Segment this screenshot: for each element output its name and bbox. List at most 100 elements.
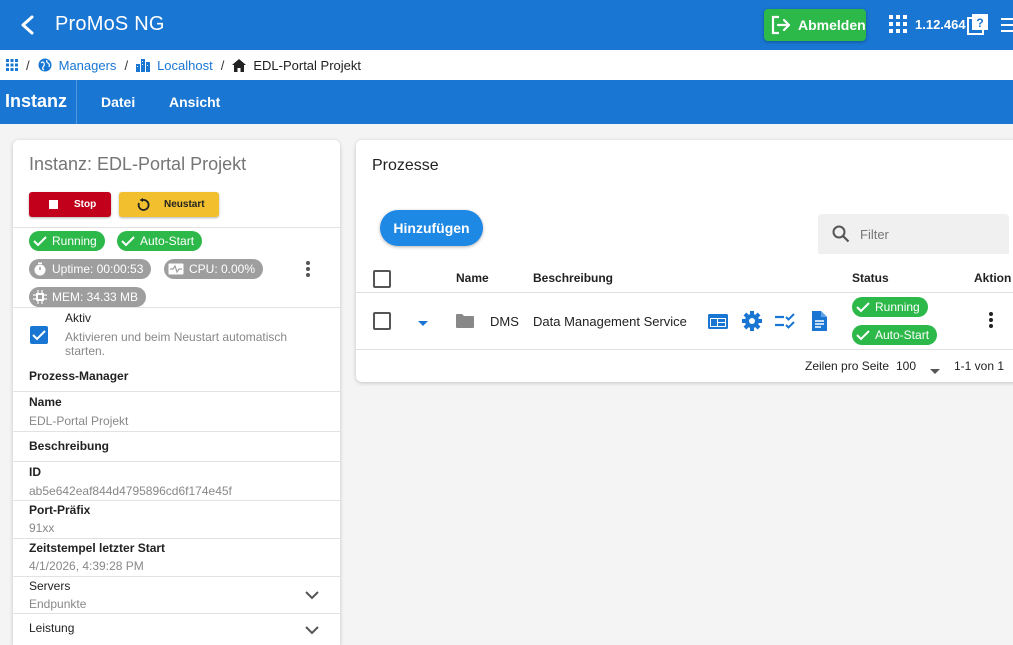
divider <box>13 538 340 539</box>
breadcrumb-project-label: EDL-Portal Projekt <box>253 57 361 73</box>
globe-icon <box>38 58 52 72</box>
menu-datei[interactable]: Datei <box>101 94 135 110</box>
uptime-badge: Uptime: 00:00:53 <box>29 259 152 279</box>
hamburger-menu-icon[interactable] <box>1001 17 1013 33</box>
stop-button[interactable]: Stop <box>29 192 111 217</box>
breadcrumb-separator: / <box>124 57 129 73</box>
port-field-value: 91xx <box>29 521 55 535</box>
chevron-down-icon[interactable] <box>303 621 321 639</box>
column-header-description[interactable]: Beschreibung <box>533 271 613 285</box>
row-checkbox[interactable] <box>373 312 391 330</box>
stopwatch-icon <box>34 262 46 276</box>
app-bar: ProMoS NG Abmelden 1.12.464 ? <box>0 0 1013 50</box>
version-label: 1.12.464 <box>915 17 966 32</box>
chevron-down-icon[interactable] <box>303 586 321 604</box>
processes-card: Prozesse Hinzufügen Name Beschreibung St… <box>356 140 1013 382</box>
breadcrumb-localhost[interactable]: Localhost <box>136 58 213 73</box>
divider <box>13 576 340 577</box>
stop-icon <box>49 200 58 209</box>
last-start-field-label: Zeitstempel letzter Start <box>29 541 166 555</box>
aktiv-checkbox[interactable] <box>30 326 48 344</box>
divider <box>13 307 340 308</box>
divider <box>13 461 340 462</box>
table-divider <box>356 292 1013 293</box>
select-all-checkbox[interactable] <box>373 270 391 288</box>
document-icon[interactable] <box>808 310 830 332</box>
filter-input[interactable] <box>860 226 1000 242</box>
divider <box>13 227 340 228</box>
name-field-value: EDL-Portal Projekt <box>29 414 129 428</box>
servers-panel-label[interactable]: Servers <box>29 579 70 593</box>
uptime-label: Uptime: 00:00:53 <box>52 262 144 276</box>
divider <box>13 391 340 392</box>
logout-button[interactable]: Abmelden <box>764 9 866 41</box>
performance-panel-label[interactable]: Leistung <box>29 621 74 635</box>
port-field-label: Port-Präfix <box>29 503 91 517</box>
status-badge-autostart: Auto-Start <box>117 231 203 251</box>
gear-icon[interactable] <box>741 310 763 332</box>
table-divider <box>356 349 1013 350</box>
rows-per-page-select[interactable]: 100 <box>896 359 916 373</box>
home-icon <box>232 58 247 72</box>
process-description: Data Management Service <box>533 314 687 329</box>
cpu-label: CPU: 0.00% <box>189 262 256 276</box>
svg-text:?: ? <box>976 16 983 30</box>
process-name: DMS <box>490 314 519 329</box>
web-view-icon[interactable] <box>707 310 729 332</box>
divider <box>13 500 340 501</box>
apps-grid-icon[interactable] <box>889 15 909 35</box>
rows-per-page-label: Zeilen pro Seite <box>805 359 890 373</box>
column-header-action: Aktion <box>974 271 1012 285</box>
checklist-icon[interactable] <box>774 310 796 332</box>
name-field-label: Name <box>29 395 62 409</box>
logout-icon <box>771 15 791 35</box>
row-actions-more-icon[interactable] <box>981 310 1001 330</box>
app-title: ProMoS NG <box>55 13 165 35</box>
add-process-button[interactable]: Hinzufügen <box>380 210 483 246</box>
aktiv-label: Aktiv <box>65 311 92 325</box>
breadcrumb-project: EDL-Portal Projekt <box>232 58 361 73</box>
breadcrumb: / Managers / Localhost / EDL-Portal Proj… <box>0 50 1013 80</box>
help-icon[interactable]: ? <box>967 13 989 35</box>
restart-button[interactable]: Neustart <box>119 192 219 217</box>
expand-row-icon[interactable] <box>416 316 430 326</box>
menu-ansicht[interactable]: Ansicht <box>169 94 220 110</box>
status-running-label: Running <box>52 234 97 248</box>
dropdown-arrow-icon[interactable] <box>929 363 941 374</box>
memory-chip-icon <box>33 290 47 304</box>
status-autostart-label: Auto-Start <box>140 234 195 248</box>
restart-label: Neustart <box>164 199 205 210</box>
pagination-range: 1-1 von 1 <box>954 359 1005 373</box>
memory-label: MEM: 34.33 MB <box>52 290 139 304</box>
instance-toolbar: Instanz Datei Ansicht <box>0 80 1013 124</box>
last-start-field-value: 4/1/2026, 4:39:28 PM <box>29 559 144 573</box>
breadcrumb-managers[interactable]: Managers <box>38 58 116 73</box>
check-icon <box>856 330 870 341</box>
id-field-label: ID <box>29 465 41 479</box>
search-icon <box>832 225 850 243</box>
breadcrumb-separator: / <box>220 57 225 73</box>
breadcrumb-localhost-label: Localhost <box>157 57 213 73</box>
apps-small-icon[interactable] <box>6 59 18 71</box>
process-manager-heading: Prozess-Manager <box>29 369 129 383</box>
stop-label: Stop <box>74 199 97 210</box>
city-icon <box>136 58 151 72</box>
column-header-status[interactable]: Status <box>852 271 889 285</box>
status-badge-running: Running <box>852 297 928 317</box>
check-icon <box>33 236 47 247</box>
back-icon[interactable] <box>14 11 42 39</box>
servers-panel-subtitle: Endpunkte <box>29 597 87 611</box>
id-field-value: ab5e642eaf844d4795896cd6f174e45f <box>29 484 232 498</box>
more-vert-icon[interactable] <box>298 259 318 279</box>
logout-label: Abmelden <box>798 17 866 33</box>
status-badge-running: Running <box>29 231 105 251</box>
toolbar-divider <box>76 80 77 124</box>
aktiv-description: Aktivieren und beim Neustart automatisch… <box>65 330 288 358</box>
filter-field[interactable] <box>818 214 1009 254</box>
description-field-label: Beschreibung <box>29 439 110 453</box>
instance-card: Instanz: EDL-Portal Projekt Stop Neustar… <box>13 140 340 645</box>
column-header-name[interactable]: Name <box>456 271 489 285</box>
cpu-badge: CPU: 0.00% <box>164 259 264 279</box>
pulse-icon <box>168 263 184 275</box>
check-icon <box>856 302 870 313</box>
